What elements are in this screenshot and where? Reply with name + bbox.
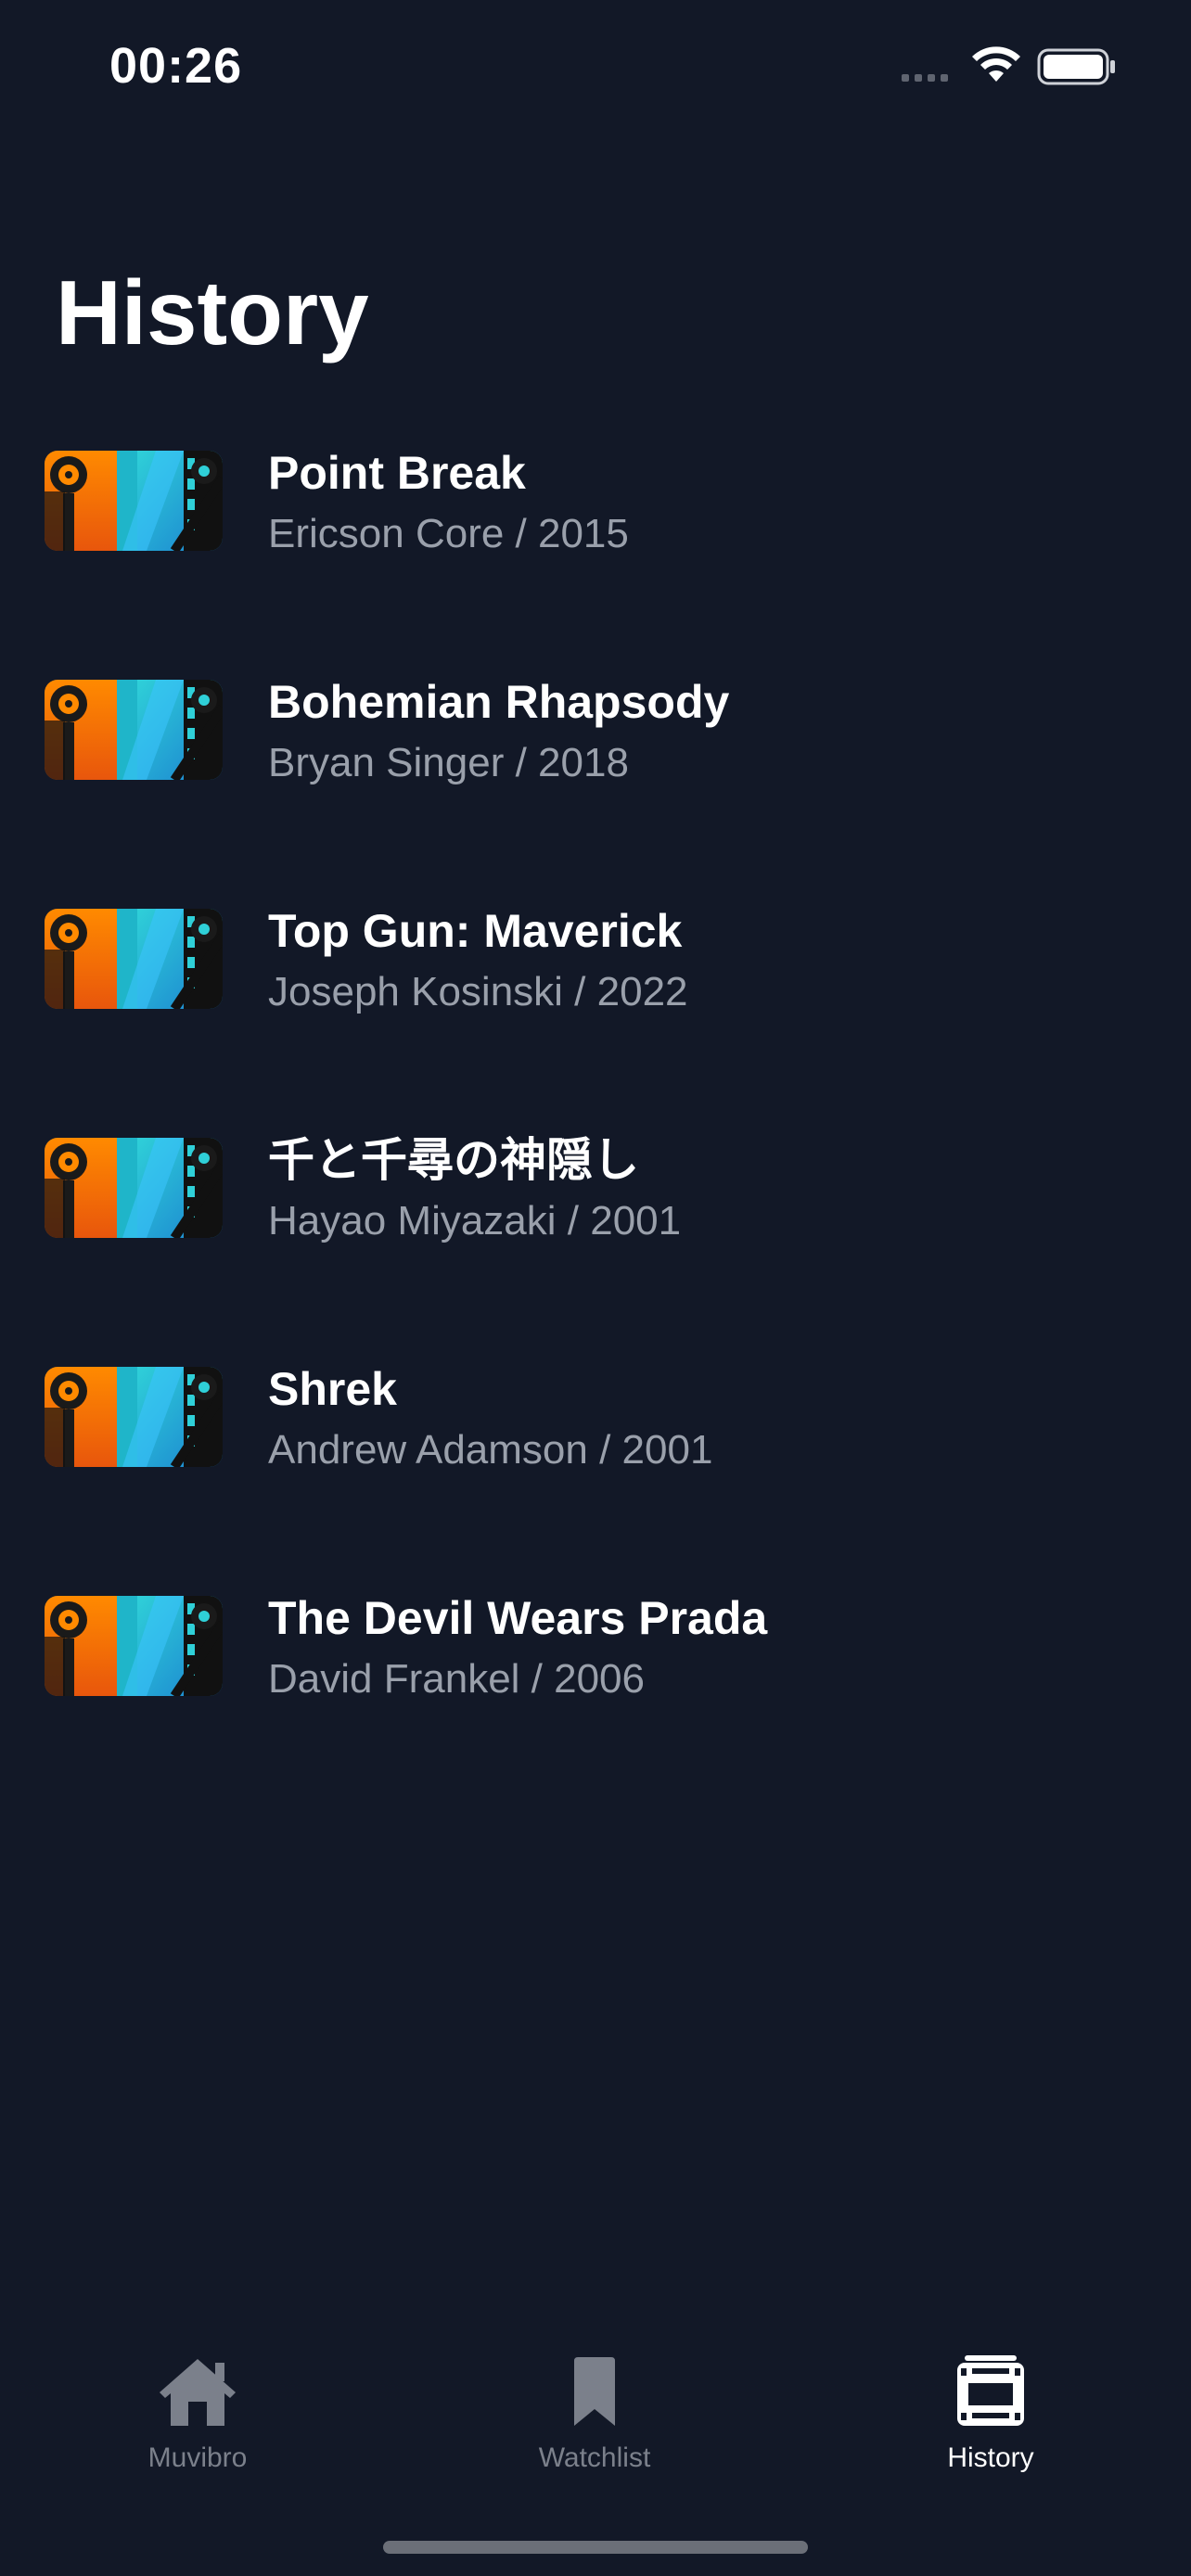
cellular-dots-icon (902, 74, 948, 82)
list-item[interactable]: 千と千尋の神隠し Hayao Miyazaki / 2001 (0, 1123, 1191, 1352)
movie-subtitle: Andrew Adamson / 2001 (268, 1427, 713, 1473)
page-title: History (56, 261, 369, 363)
list-item[interactable]: Point Break Ericson Core / 2015 (0, 436, 1191, 665)
home-icon (160, 2359, 236, 2426)
movie-list: Point Break Ericson Core / 2015 Bohemian… (0, 436, 1191, 1810)
film-reel-thumbnail-icon (45, 1367, 223, 1467)
movie-title: Top Gun: Maverick (268, 905, 683, 957)
tab-label: Muvibro (147, 2442, 248, 2473)
battery-full-icon (1037, 48, 1115, 85)
film-reel-thumbnail-icon (45, 451, 223, 551)
list-item[interactable]: The Devil Wears Prada David Frankel / 20… (0, 1581, 1191, 1810)
tab-label: Watchlist (538, 2442, 651, 2473)
movie-thumbnail (45, 680, 223, 780)
list-item[interactable]: Top Gun: Maverick Joseph Kosinski / 2022 (0, 894, 1191, 1123)
movie-thumbnail (45, 1367, 223, 1467)
tab-bar: Muvibro Watchlist History (0, 2346, 1191, 2504)
list-item[interactable]: Bohemian Rhapsody Bryan Singer / 2018 (0, 665, 1191, 894)
movie-subtitle: David Frankel / 2006 (268, 1656, 645, 1702)
tab-history[interactable]: History (861, 2355, 1121, 2474)
tab-muvibro[interactable]: Muvibro (68, 2355, 327, 2474)
movie-thumbnail (45, 1138, 223, 1238)
movie-subtitle: Joseph Kosinski / 2022 (268, 969, 688, 1014)
bookmark-icon (574, 2357, 615, 2426)
film-reel-thumbnail-icon (45, 909, 223, 1009)
film-reel-thumbnail-icon (45, 1138, 223, 1238)
movie-title: The Devil Wears Prada (268, 1592, 768, 1644)
movie-subtitle: Ericson Core / 2015 (268, 511, 629, 556)
movie-title: Point Break (268, 447, 526, 499)
movie-title: Bohemian Rhapsody (268, 676, 730, 728)
film-reel-thumbnail-icon (45, 1596, 223, 1696)
movie-thumbnail (45, 909, 223, 1009)
movie-title: 千と千尋の神隠し (268, 1134, 639, 1186)
tab-label: History (947, 2442, 1034, 2473)
status-time: 00:26 (109, 38, 243, 94)
movie-thumbnail (45, 451, 223, 551)
film-reel-thumbnail-icon (45, 680, 223, 780)
status-bar: 00:26 (0, 0, 1191, 130)
movie-subtitle: Bryan Singer / 2018 (268, 740, 629, 785)
wifi-icon (972, 46, 1020, 82)
movie-thumbnail (45, 1596, 223, 1696)
list-item[interactable]: Shrek Andrew Adamson / 2001 (0, 1352, 1191, 1581)
tab-watchlist[interactable]: Watchlist (465, 2355, 724, 2474)
movie-title: Shrek (268, 1363, 397, 1415)
home-indicator[interactable] (383, 2541, 808, 2554)
movie-subtitle: Hayao Miyazaki / 2001 (268, 1198, 682, 1243)
film-icon (957, 2355, 1024, 2426)
